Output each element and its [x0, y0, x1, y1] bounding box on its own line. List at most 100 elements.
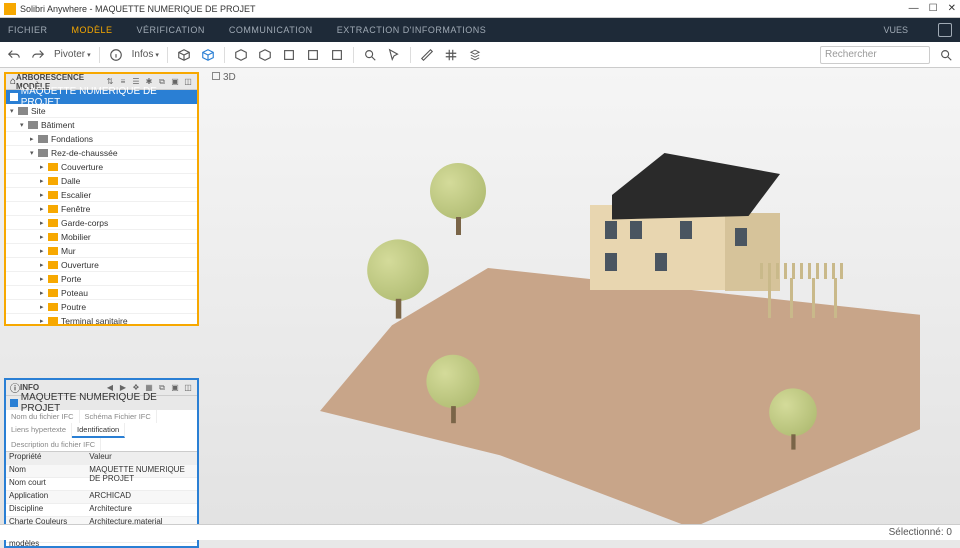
info-val	[86, 478, 197, 490]
toolbar: Pivoter▾ Infos▾ Rechercher	[0, 42, 960, 68]
measure-icon[interactable]	[419, 47, 435, 63]
info-nav-next-icon[interactable]: ▶	[118, 383, 128, 393]
expand-arrow-icon[interactable]: ▾	[30, 149, 38, 157]
menu-extraction[interactable]: EXTRACTION D'INFORMATIONS	[337, 25, 487, 35]
menubar: FICHIER MODÈLE VÉRIFICATION COMMUNICATIO…	[0, 18, 960, 42]
tree-row[interactable]: ▸Porte	[6, 272, 197, 286]
cube-wire-icon[interactable]	[233, 47, 249, 63]
tree-label: Terminal sanitaire	[61, 316, 128, 325]
tree-row[interactable]: ▾ Rez-de-chaussée	[6, 146, 197, 160]
tree-label: Mobilier	[61, 232, 91, 242]
info-nav-prev-icon[interactable]: ◀	[105, 383, 115, 393]
tree-tool-icon[interactable]: ✱	[144, 77, 154, 87]
folder-icon	[48, 289, 58, 297]
expand-arrow-icon[interactable]: ▸	[40, 205, 48, 213]
info-tool-icon[interactable]: ❖	[131, 383, 141, 393]
tree-root-row[interactable]: MAQUETTE NUMERIQUE DE PROJET	[6, 90, 197, 104]
info-val: MAQUETTE NUMERIQUE DE PROJET	[86, 465, 197, 477]
titlebar: Solibri Anywhere - MAQUETTE NUMERIQUE DE…	[0, 0, 960, 18]
info-tool-icon[interactable]: ▣	[170, 383, 180, 393]
expand-arrow-icon[interactable]: ▸	[40, 261, 48, 269]
tree-row[interactable]: ▸Couverture	[6, 160, 197, 174]
search-icon[interactable]	[938, 47, 954, 63]
fullscreen-icon[interactable]	[938, 23, 952, 37]
tree-row[interactable]: ▸ Garde-corps	[6, 216, 197, 230]
close-button[interactable]: ✕	[948, 3, 956, 14]
search-input[interactable]: Rechercher	[820, 46, 930, 64]
folder-icon	[48, 275, 58, 283]
info-tool-icon[interactable]: ▦	[144, 383, 154, 393]
section-icon[interactable]	[281, 47, 297, 63]
undo-icon[interactable]	[6, 47, 22, 63]
expand-arrow-icon[interactable]: ▸	[40, 219, 48, 227]
tree-row[interactable]: ▾ Bâtiment	[6, 118, 197, 132]
expand-arrow-icon[interactable]: ▸	[40, 191, 48, 199]
redo-icon[interactable]	[30, 47, 46, 63]
tree-tool-icon[interactable]: ▣	[170, 77, 180, 87]
tree-row[interactable]: ▸Fenêtre	[6, 202, 197, 216]
cursor-icon[interactable]	[386, 47, 402, 63]
info-icon[interactable]	[108, 47, 124, 63]
info-tab[interactable]: Description du fichier IFC	[6, 438, 101, 451]
tree-row[interactable]: ▸Poutre	[6, 300, 197, 314]
tree-row[interactable]: ▸Fondations	[6, 132, 197, 146]
tree-row[interactable]: ▸ Mobilier	[6, 230, 197, 244]
expand-arrow-icon[interactable]: ▸	[40, 177, 48, 185]
tree-row[interactable]: ▸Mur	[6, 244, 197, 258]
tree-label: Garde-corps	[61, 218, 108, 228]
3d-viewport[interactable]	[200, 68, 960, 540]
info-tab[interactable]: Liens hypertexte	[6, 423, 72, 438]
menu-fichier[interactable]: FICHIER	[8, 25, 48, 35]
isolate-icon[interactable]	[305, 47, 321, 63]
info-tab[interactable]: Schéma Fichier IFC	[80, 410, 157, 423]
expand-arrow-icon[interactable]: ▸	[30, 135, 38, 143]
tree-row[interactable]: ▸ Terminal sanitaire	[6, 314, 197, 324]
expand-arrow-icon[interactable]: ▾	[20, 121, 28, 129]
tree-tool-icon[interactable]: ◫	[183, 77, 193, 87]
expand-arrow-icon[interactable]: ▸	[40, 233, 48, 241]
tree-tool-icon[interactable]: ⧉	[157, 77, 167, 87]
info-tab[interactable]: Nom du fichier IFC	[6, 410, 80, 423]
menu-verification[interactable]: VÉRIFICATION	[137, 25, 205, 35]
cube-icon[interactable]	[176, 47, 192, 63]
house-model	[570, 153, 780, 303]
tree-row[interactable]: ▸Escalier	[6, 188, 197, 202]
expand-arrow-icon[interactable]: ▸	[40, 289, 48, 297]
tree-label: Bâtiment	[41, 120, 75, 130]
expand-arrow-icon[interactable]: ▸	[40, 303, 48, 311]
infos-dropdown[interactable]: Infos▾	[132, 49, 159, 60]
cube-highlight-icon[interactable]	[200, 47, 216, 63]
grid-icon[interactable]	[443, 47, 459, 63]
minimize-button[interactable]: —	[909, 3, 919, 14]
hide-icon[interactable]	[329, 47, 345, 63]
zoom-fit-icon[interactable]	[362, 47, 378, 63]
expand-arrow-icon[interactable]: ▸	[40, 163, 48, 171]
tree-tool-icon[interactable]: ≡	[118, 77, 128, 87]
folder-icon	[48, 191, 58, 199]
tree-label: Site	[31, 106, 46, 116]
tree-icon	[430, 163, 486, 235]
expand-arrow-icon[interactable]: ▸	[40, 275, 48, 283]
expand-arrow-icon[interactable]: ▾	[10, 107, 18, 115]
info-tab[interactable]: Identification	[72, 423, 125, 438]
pivot-dropdown[interactable]: Pivoter▾	[54, 49, 91, 60]
tree-row[interactable]: ▸Poteau	[6, 286, 197, 300]
expand-arrow-icon[interactable]: ▸	[40, 247, 48, 255]
info-tool-icon[interactable]: ⧉	[157, 383, 167, 393]
menu-communication[interactable]: COMMUNICATION	[229, 25, 313, 35]
tree-row[interactable]: ▸Dalle	[6, 174, 197, 188]
folder-icon	[48, 247, 58, 255]
tree-label: Rez-de-chaussée	[51, 148, 118, 158]
maximize-button[interactable]: ☐	[929, 3, 938, 14]
tree-row[interactable]: ▸Ouverture	[6, 258, 197, 272]
layers-icon[interactable]	[467, 47, 483, 63]
folder-icon	[48, 261, 58, 269]
menu-vues[interactable]: VUES	[883, 25, 908, 35]
tree-tool-icon[interactable]: ☰	[131, 77, 141, 87]
info-tool-icon[interactable]: ◫	[183, 383, 193, 393]
expand-arrow-icon[interactable]: ▸	[40, 317, 48, 325]
cube-wire2-icon[interactable]	[257, 47, 273, 63]
menu-modele[interactable]: MODÈLE	[72, 25, 113, 35]
info-key: Nom	[6, 465, 86, 477]
tree-tool-icon[interactable]: ⇅	[105, 77, 115, 87]
